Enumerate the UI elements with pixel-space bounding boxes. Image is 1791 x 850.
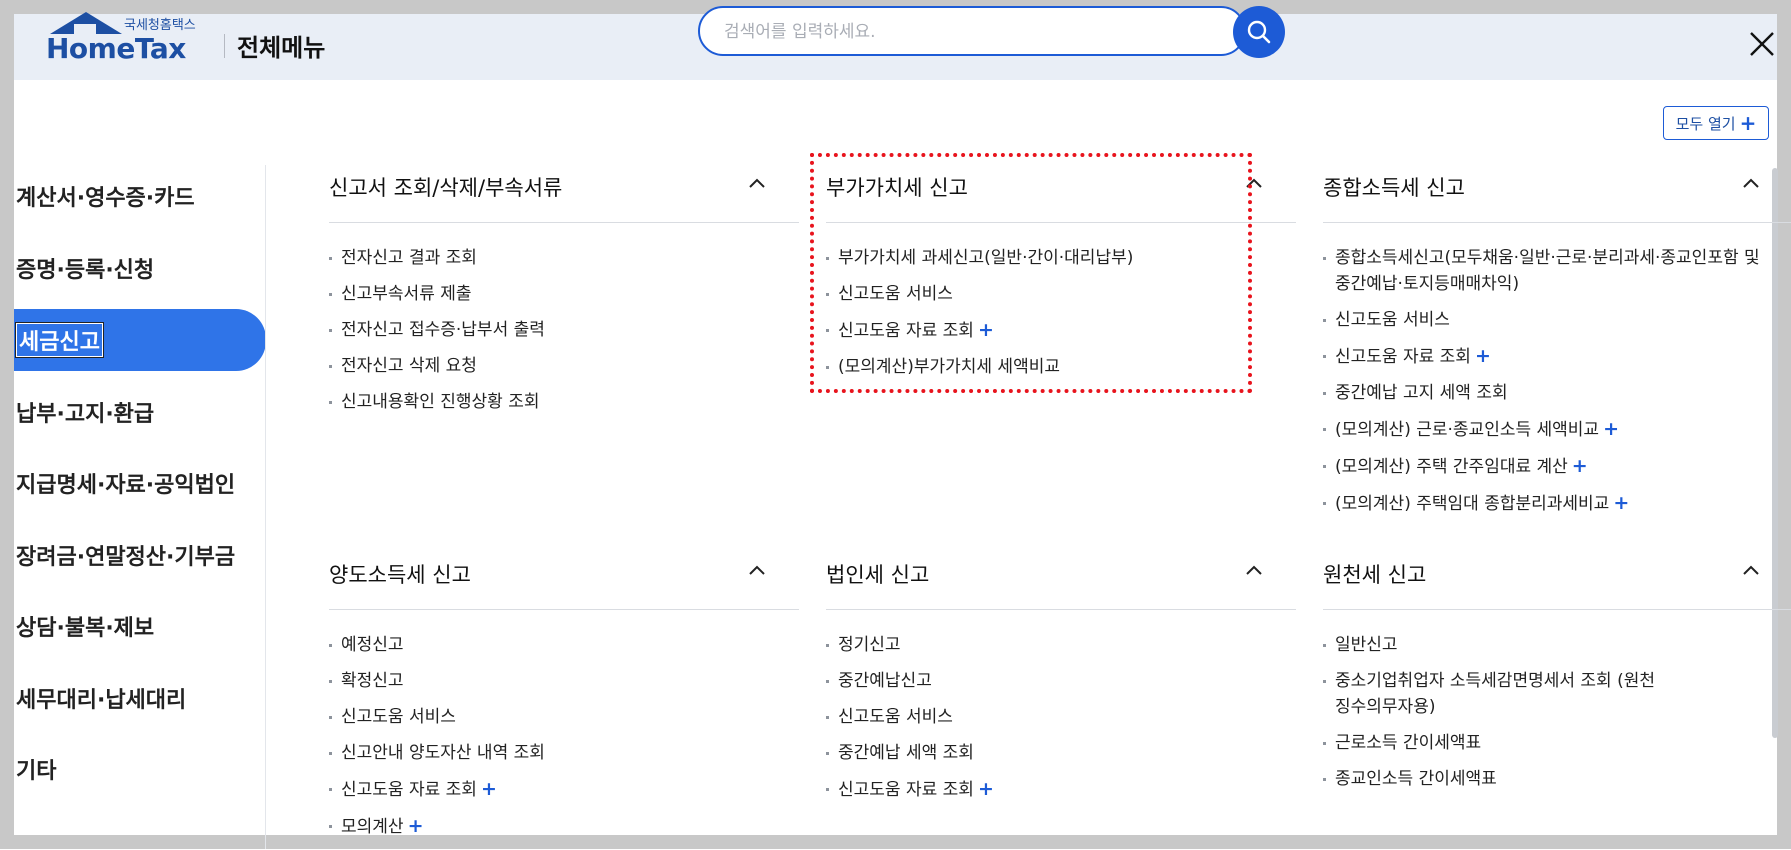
close-button[interactable] bbox=[1748, 30, 1776, 58]
sidebar-divider bbox=[265, 165, 266, 849]
menu-link[interactable]: 중소기업취업자 소득세감면명세서 조회 (원천징수의무자용) bbox=[1323, 668, 1665, 720]
menu-link[interactable]: 신고도움 자료 조회 + bbox=[329, 776, 799, 803]
menu-link[interactable]: 신고도움 서비스 bbox=[826, 281, 1296, 307]
chevron-up-icon[interactable] bbox=[747, 561, 767, 581]
menu-link[interactable]: (모의계산)부가가치세 세액비교 bbox=[826, 354, 1296, 380]
section-header[interactable]: 신고서 조회/삭제/부속서류 bbox=[329, 162, 799, 223]
sidebar-item-payment[interactable]: 납부·고지·환급 bbox=[14, 381, 266, 443]
menu-link[interactable]: (모의계산) 주택임대 종합분리과세비교 + bbox=[1323, 490, 1791, 517]
menu-link[interactable]: 신고도움 서비스 bbox=[1323, 307, 1791, 333]
sidebar-item-statements[interactable]: 지급명세·자료·공익법인 bbox=[14, 452, 266, 514]
expand-plus-icon[interactable]: + bbox=[978, 778, 994, 800]
logo-text: HomeTax bbox=[46, 32, 186, 65]
menu-link[interactable]: 중간예납 고지 세액 조회 bbox=[1323, 380, 1791, 406]
sidebar-item-consulting[interactable]: 상담·불복·제보 bbox=[14, 595, 266, 657]
section-header[interactable]: 종합소득세 신고 bbox=[1323, 162, 1791, 223]
chevron-up-icon[interactable] bbox=[1244, 174, 1264, 194]
menu-link[interactable]: 신고도움 자료 조회 + bbox=[826, 776, 1296, 803]
expand-plus-icon[interactable]: + bbox=[481, 778, 497, 800]
section-title: 법인세 신고 bbox=[826, 563, 930, 587]
section-header[interactable]: 법인세 신고 bbox=[826, 549, 1296, 610]
menu-link[interactable]: 전자신고 결과 조회 bbox=[329, 245, 799, 271]
expand-plus-icon[interactable]: + bbox=[1475, 345, 1491, 367]
menu-link[interactable]: 신고도움 서비스 bbox=[826, 704, 1296, 730]
window-frame-left bbox=[0, 0, 14, 849]
menu-link[interactable]: 신고안내 양도자산 내역 조회 bbox=[329, 740, 799, 766]
plus-icon: + bbox=[1739, 111, 1757, 135]
expand-plus-icon[interactable]: + bbox=[1613, 492, 1629, 514]
menu-link[interactable]: 확정신고 bbox=[329, 668, 799, 694]
section-header[interactable]: 양도소득세 신고 bbox=[329, 549, 799, 610]
expand-plus-icon[interactable]: + bbox=[978, 319, 994, 341]
section-title: 신고서 조회/삭제/부속서류 bbox=[329, 176, 563, 200]
sidebar-item-incentives[interactable]: 장려금·연말정산·기부금 bbox=[14, 524, 266, 586]
chevron-up-icon[interactable] bbox=[1741, 174, 1761, 194]
search-icon bbox=[1247, 20, 1271, 44]
section-title: 원천세 신고 bbox=[1323, 563, 1427, 587]
section-withholding-tax-filing: 원천세 신고 일반신고 중소기업취업자 소득세감면명세서 조회 (원천징수의무자… bbox=[1323, 549, 1791, 802]
window-frame-bottom bbox=[0, 835, 1791, 849]
menu-link[interactable]: 신고도움 자료 조회 + bbox=[1323, 343, 1791, 370]
section-title: 양도소득세 신고 bbox=[329, 563, 471, 587]
section-capital-gains-filing: 양도소득세 신고 예정신고 확정신고 신고도움 서비스 신고안내 양도자산 내역… bbox=[329, 549, 799, 850]
menu-link[interactable]: 일반신고 bbox=[1323, 632, 1791, 658]
menu-link[interactable]: 종합소득세신고(모두채움·일반·근로·분리과세·종교인포함 및 중간예납·토지등… bbox=[1323, 245, 1775, 297]
menu-link[interactable]: 신고부속서류 제출 bbox=[329, 281, 799, 307]
menu-link[interactable]: 모의계산 + bbox=[329, 813, 799, 840]
section-corporate-tax-filing: 법인세 신고 정기신고 중간예납신고 신고도움 서비스 중간예납 세액 조회 신… bbox=[826, 549, 1296, 813]
menu-link[interactable]: 신고도움 자료 조회 + bbox=[826, 317, 1296, 344]
menu-link[interactable]: 중간예납신고 bbox=[826, 668, 1296, 694]
sidebar-item-tax-filing[interactable]: 세금신고 bbox=[14, 309, 266, 371]
hometax-logo[interactable]: 국세청홈택스 HomeTax bbox=[34, 12, 204, 80]
expand-plus-icon[interactable]: + bbox=[1603, 418, 1619, 440]
menu-link[interactable]: 중간예납 세액 조회 bbox=[826, 740, 1296, 766]
search-box bbox=[698, 6, 1246, 56]
section-header[interactable]: 부가가치세 신고 bbox=[826, 162, 1296, 223]
sidebar-item-invoice[interactable]: 계산서·영수증·카드 bbox=[14, 165, 266, 227]
sidebar-item-etc[interactable]: 기타 bbox=[14, 738, 266, 800]
menu-link[interactable]: 전자신고 접수증·납부서 출력 bbox=[329, 317, 799, 343]
chevron-up-icon[interactable] bbox=[1741, 561, 1761, 581]
sidebar-item-agency[interactable]: 세무대리·납세대리 bbox=[14, 667, 266, 729]
menu-link[interactable]: 신고도움 서비스 bbox=[329, 704, 799, 730]
section-income-tax-filing: 종합소득세 신고 종합소득세신고(모두채움·일반·근로·분리과세·종교인포함 및… bbox=[1323, 162, 1791, 527]
chevron-up-icon[interactable] bbox=[1244, 561, 1264, 581]
sidebar: 계산서·영수증·카드 증명·등록·신청 세금신고 납부·고지·환급 지급명세·자… bbox=[14, 160, 266, 849]
section-report-inquiry: 신고서 조회/삭제/부속서류 전자신고 결과 조회 신고부속서류 제출 전자신고… bbox=[329, 162, 799, 425]
chevron-up-icon[interactable] bbox=[747, 174, 767, 194]
section-title: 부가가치세 신고 bbox=[826, 176, 968, 200]
close-icon bbox=[1750, 32, 1774, 56]
sidebar-item-certificate[interactable]: 증명·등록·신청 bbox=[14, 237, 266, 299]
menu-link[interactable]: (모의계산) 근로·종교인소득 세액비교 + bbox=[1323, 416, 1791, 443]
search-input[interactable] bbox=[722, 18, 1206, 46]
menu-link[interactable]: 전자신고 삭제 요청 bbox=[329, 353, 799, 379]
menu-link[interactable]: 근로소득 간이세액표 bbox=[1323, 730, 1791, 756]
section-title: 종합소득세 신고 bbox=[1323, 176, 1465, 200]
menu-link[interactable]: 부가가치세 과세신고(일반·간이·대리납부) bbox=[826, 245, 1296, 271]
search-button[interactable] bbox=[1233, 6, 1285, 58]
header-divider bbox=[224, 34, 225, 58]
menu-link[interactable]: 정기신고 bbox=[826, 632, 1296, 658]
page-title: 전체메뉴 bbox=[237, 34, 326, 62]
section-vat-filing: 부가가치세 신고 부가가치세 과세신고(일반·간이·대리납부) 신고도움 서비스… bbox=[826, 162, 1296, 390]
expand-plus-icon[interactable]: + bbox=[408, 815, 424, 837]
menu-link[interactable]: (모의계산) 주택 간주임대료 계산 + bbox=[1323, 453, 1791, 480]
expand-plus-icon[interactable]: + bbox=[1572, 455, 1588, 477]
header: 국세청홈택스 HomeTax 전체메뉴 bbox=[14, 6, 1777, 80]
menu-link[interactable]: 종교인소득 간이세액표 bbox=[1323, 766, 1791, 792]
open-all-label: 모두 열기 bbox=[1675, 114, 1736, 133]
section-header[interactable]: 원천세 신고 bbox=[1323, 549, 1791, 610]
logo-subtitle: 국세청홈택스 bbox=[124, 18, 196, 33]
menu-link[interactable]: 신고내용확인 진행상황 조회 bbox=[329, 389, 799, 415]
menu-link[interactable]: 예정신고 bbox=[329, 632, 799, 658]
open-all-button[interactable]: 모두 열기 + bbox=[1663, 106, 1769, 140]
